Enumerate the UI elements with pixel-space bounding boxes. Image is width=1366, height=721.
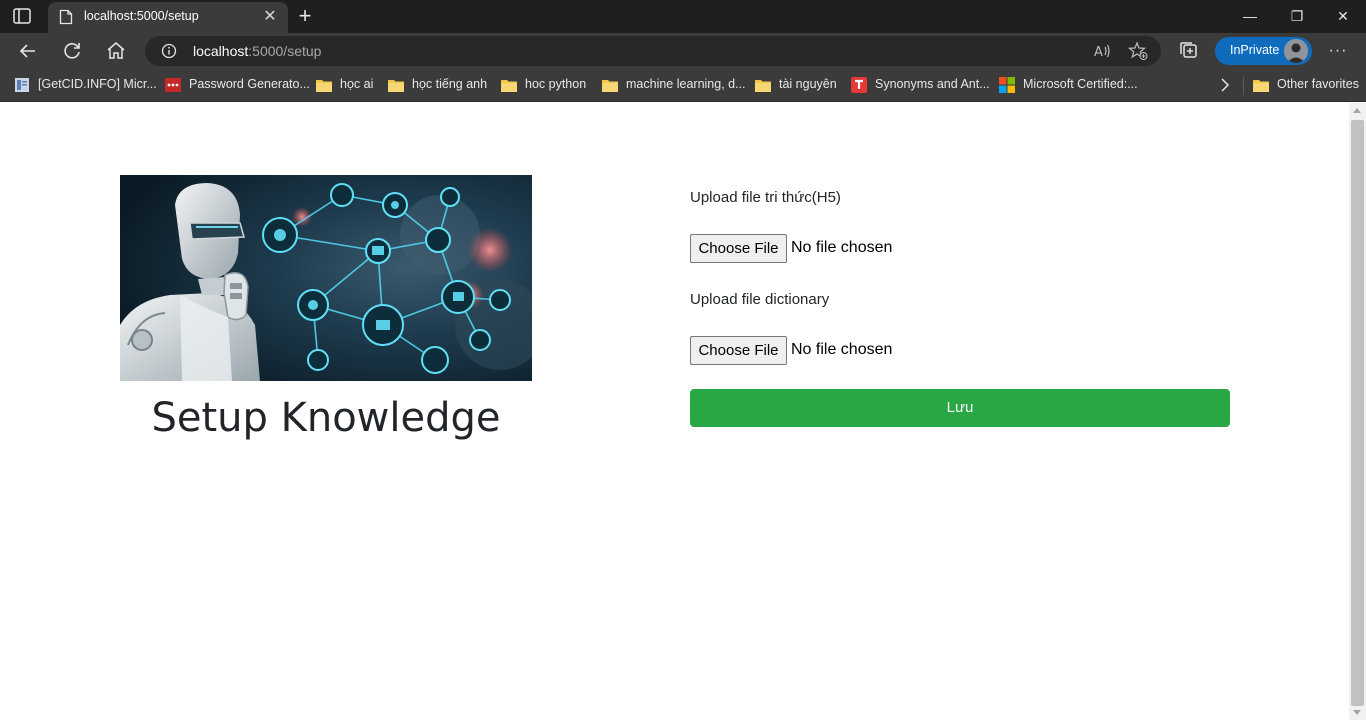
favorite-label: học ai [340, 77, 374, 91]
dictionary-choose-file-button[interactable]: Choose File [690, 336, 787, 365]
other-favorites-label: Other favorites [1277, 77, 1359, 91]
minimize-icon[interactable]: — [1227, 4, 1273, 28]
page-icon [59, 9, 73, 25]
new-tab-icon[interactable]: + [294, 5, 316, 27]
favorite-label: Synonyms and Ant... [875, 77, 990, 91]
save-button[interactable]: Lưu [690, 389, 1230, 427]
url-host: localhost [193, 43, 249, 59]
favorites-divider [1243, 77, 1244, 95]
upload-form: Upload file tri thức(H5) Choose File No … [690, 103, 1230, 503]
tab-bar: localhost:5000/setup ✕ + — ❐ ✕ [0, 0, 1366, 33]
folder-icon [388, 80, 404, 92]
thesaurus-icon [851, 77, 867, 93]
folder-icon [602, 80, 618, 92]
url-path: :5000/setup [248, 43, 322, 59]
back-icon[interactable] [16, 39, 40, 63]
refresh-icon[interactable] [60, 39, 84, 63]
tab-title: localhost:5000/setup [84, 9, 199, 23]
close-window-icon[interactable]: ✕ [1320, 4, 1366, 28]
scroll-up-icon[interactable] [1353, 108, 1361, 113]
favorite-label: Password Generato... [189, 77, 310, 91]
close-tab-icon[interactable]: ✕ [262, 9, 278, 25]
favorite-label: tài nguyên [779, 77, 837, 91]
folder-icon [316, 80, 332, 92]
navigation-bar: localhost:5000/setup A InPrivate ··· [0, 33, 1366, 69]
home-icon[interactable] [104, 39, 128, 63]
collections-icon[interactable] [1177, 39, 1201, 63]
favorite-label: học tiếng anh [412, 77, 488, 91]
dictionary-file-label: Upload file dictionary [690, 291, 830, 308]
profile-avatar-icon [1284, 39, 1308, 63]
tab-actions-icon[interactable] [12, 7, 32, 25]
password-icon [165, 78, 181, 92]
site-info-icon[interactable] [161, 43, 177, 59]
page-icon [15, 78, 29, 92]
read-aloud-icon[interactable]: A [1092, 41, 1112, 61]
knowledge-choose-file-button[interactable]: Choose File [690, 234, 787, 263]
scroll-thumb[interactable] [1351, 120, 1364, 706]
dictionary-file-status: No file chosen [791, 341, 893, 358]
vertical-scrollbar[interactable] [1349, 103, 1366, 720]
favorite-label: Microsoft Certified:... [1023, 77, 1138, 91]
page-viewport: Setup Knowledge Upload file tri thức(H5)… [0, 103, 1349, 720]
page-title: Setup Knowledge [151, 395, 501, 441]
ai-robot-network-image [120, 175, 532, 381]
microsoft-icon [999, 77, 1015, 93]
favorite-label: hoc python [525, 77, 587, 91]
restore-icon[interactable]: ❐ [1274, 4, 1320, 28]
browser-window: localhost:5000/setup ✕ + — ❐ ✕ localhost… [0, 0, 1366, 721]
favorite-label: machine learning, d... [626, 77, 746, 91]
address-bar[interactable]: localhost:5000/setup A [145, 36, 1161, 66]
folder-icon [501, 80, 517, 92]
url-text[interactable]: localhost:5000/setup [193, 43, 321, 59]
active-tab[interactable]: localhost:5000/setup ✕ [48, 2, 288, 33]
inprivate-badge[interactable]: InPrivate [1215, 37, 1312, 65]
folder-icon [1253, 80, 1269, 92]
favorites-bar: [GetCID.INFO] Micr... Password Generato.… [0, 69, 1366, 102]
knowledge-file-status: No file chosen [791, 239, 893, 256]
favorite-label: [GetCID.INFO] Micr... [38, 77, 157, 91]
scroll-down-icon[interactable] [1353, 710, 1361, 715]
more-options-icon[interactable]: ··· [1326, 37, 1350, 65]
inprivate-label: InPrivate [1230, 43, 1280, 57]
add-favorite-icon[interactable] [1128, 41, 1148, 61]
chevron-right-icon[interactable] [1217, 75, 1233, 95]
svg-text:A: A [1094, 45, 1103, 60]
knowledge-file-label: Upload file tri thức(H5) [690, 189, 841, 206]
folder-icon [755, 80, 771, 92]
